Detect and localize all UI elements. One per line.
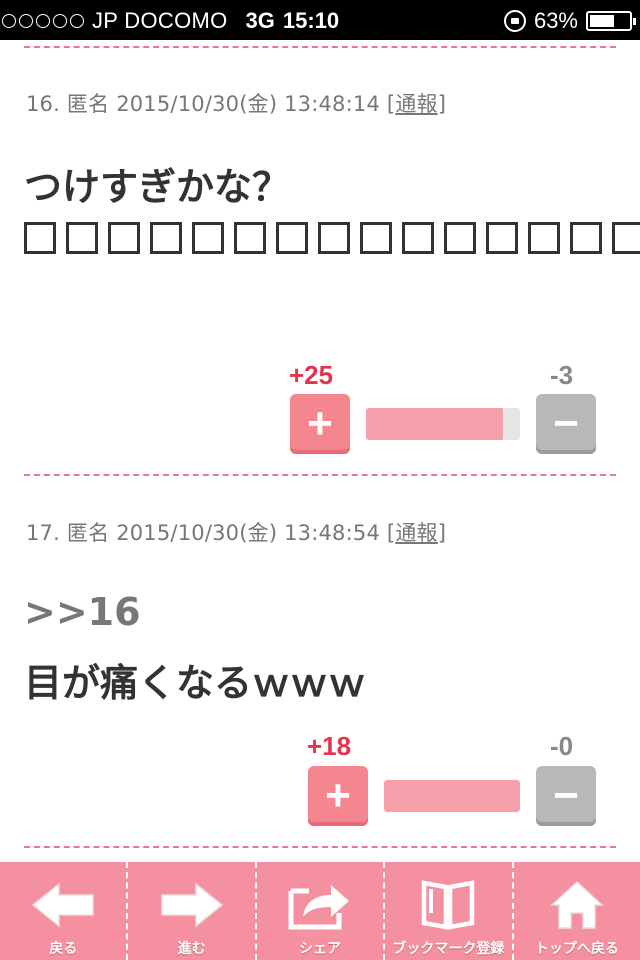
plus-vote-button[interactable]: + [290, 394, 350, 454]
bookmark-label: ブックマーク登録 [392, 941, 505, 957]
comment-text: つけすぎかな？ [24, 165, 291, 209]
minus-count: -3 [550, 360, 574, 390]
divider [24, 46, 616, 48]
vote-ratio-bar [384, 780, 520, 812]
missing-glyph-squares [24, 222, 640, 254]
vote-ratio-bar [366, 408, 520, 440]
comment-number: 17. [26, 521, 60, 545]
report-link[interactable]: 通報 [395, 521, 437, 545]
top-label: トップへ戻る [534, 941, 619, 957]
battery-percent: 63% [533, 8, 578, 33]
plus-vote-button[interactable]: + [308, 766, 368, 826]
clock: 15:10 [282, 8, 340, 33]
minus-vote-button[interactable]: − [536, 394, 596, 454]
battery-icon [586, 11, 636, 31]
minus-count: -0 [550, 731, 574, 761]
forward-label: 進む [177, 941, 206, 957]
top-button[interactable]: トップへ戻る [511, 862, 640, 960]
signal-strength-icon [2, 14, 84, 28]
vote-ratio-fill [384, 780, 520, 812]
comment-datetime: 2015/10/30(金) 13:48:54 [116, 521, 381, 545]
comment-number: 16. [26, 92, 60, 116]
arrow-right-icon [160, 878, 224, 932]
arrow-left-icon [31, 878, 95, 932]
carrier-name: JP DOCOMO [92, 8, 228, 33]
back-label: 戻る [49, 941, 78, 957]
rotation-lock-icon [503, 10, 526, 32]
bottom-toolbar: 戻る 進む シェア ブックマーク登録 トップへ戻る [0, 862, 640, 960]
status-bar: JP DOCOMO 3G 15:10 63% [0, 0, 640, 40]
home-icon [549, 878, 605, 932]
reply-anchor-link[interactable]: >>16 [24, 590, 141, 634]
back-button[interactable]: 戻る [0, 862, 126, 960]
bookmark-button[interactable]: ブックマーク登録 [383, 862, 511, 960]
comment-text: 目が痛くなるｗｗｗ [24, 661, 367, 705]
share-button[interactable]: シェア [254, 862, 383, 960]
comment-datetime: 2015/10/30(金) 13:48:14 [116, 92, 381, 116]
comment-meta: 16. 匿名 2015/10/30(金) 13:48:14 [通報] [26, 88, 446, 118]
network-type: 3G [245, 8, 275, 33]
forward-button[interactable]: 進む [126, 862, 254, 960]
share-icon [287, 878, 353, 932]
report-bracket-close: ] [437, 92, 447, 116]
share-label: シェア [299, 941, 342, 957]
vote-ratio-fill [366, 408, 504, 440]
comment-author: 匿名 [66, 521, 110, 545]
divider [24, 846, 616, 848]
comment-meta: 17. 匿名 2015/10/30(金) 13:48:54 [通報] [26, 517, 446, 547]
plus-count: +25 [289, 360, 334, 390]
report-link[interactable]: 通報 [395, 92, 437, 116]
book-icon [420, 878, 476, 932]
minus-vote-button[interactable]: − [536, 766, 596, 826]
divider [24, 474, 616, 476]
plus-count: +18 [307, 731, 352, 761]
comment-author: 匿名 [66, 92, 110, 116]
report-bracket-close: ] [437, 521, 447, 545]
